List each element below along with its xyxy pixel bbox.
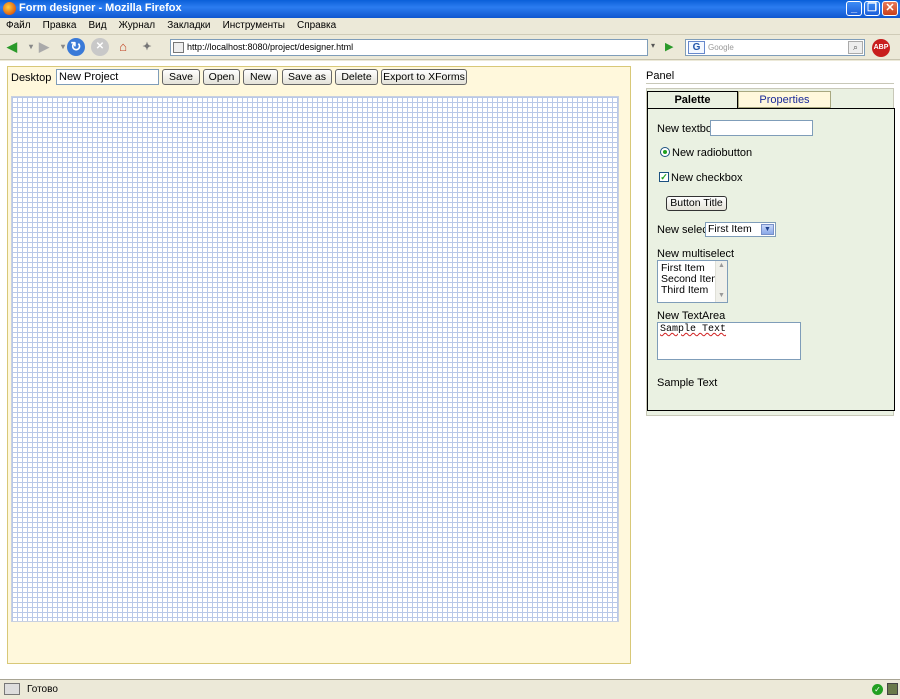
palette-textarea[interactable]: Sample Text (657, 322, 801, 360)
url-bar-controls: ▾ ▶ (651, 39, 679, 56)
status-text: Готово (27, 684, 58, 695)
page-content: Desktop Save Open New Save as Delete Exp… (0, 61, 900, 679)
multiselect-option[interactable]: Third Item (661, 285, 708, 296)
search-placeholder: Google (708, 43, 734, 52)
menu-view[interactable]: Вид (89, 18, 107, 34)
tab-properties[interactable]: Properties (738, 91, 831, 108)
menu-bookmarks[interactable]: Закладки (167, 18, 210, 34)
project-name-input[interactable] (56, 69, 159, 85)
status-addon-icon[interactable] (887, 683, 898, 695)
scroll-up-icon[interactable]: ▲ (718, 262, 725, 269)
desktop-panel: Desktop Save Open New Save as Delete Exp… (7, 66, 631, 664)
adblock-icon[interactable]: ABP (872, 39, 890, 57)
multiselect-scrollbar[interactable]: ▲ ▼ (715, 261, 727, 302)
palette-checkbox[interactable]: ✓ (659, 172, 669, 182)
forward-icon[interactable]: ▶ (35, 38, 53, 56)
url-text: http://localhost:8080/project/designer.h… (187, 42, 354, 52)
reload-icon[interactable]: ↻ (67, 38, 85, 56)
save-as-button[interactable]: Save as (282, 69, 332, 85)
page-favicon-icon (173, 42, 184, 53)
palette-textbox[interactable] (710, 120, 813, 136)
desktop-toolbar: Desktop Save Open New Save as Delete Exp… (8, 67, 630, 89)
menu-history[interactable]: Журнал (119, 18, 156, 34)
status-ok-icon[interactable]: ✓ (872, 684, 883, 695)
search-engine-icon[interactable]: G (688, 41, 705, 54)
navigation-toolbar: ◀ ▾ ▶ ▾ ↻ ✕ ⌂ ✦ http://localhost:8080/pr… (0, 35, 900, 60)
status-bar: Готово ✓ (0, 679, 900, 699)
search-bar[interactable]: G Google ⌕ (685, 39, 865, 56)
desktop-label: Desktop (11, 72, 52, 84)
new-button[interactable]: New (243, 69, 278, 85)
maximize-button[interactable]: ❐ (864, 1, 880, 16)
delete-button[interactable]: Delete (335, 69, 378, 85)
addon-icon[interactable]: ✦ (138, 38, 156, 56)
home-icon[interactable]: ⌂ (114, 38, 132, 56)
scroll-down-icon[interactable]: ▼ (718, 292, 725, 299)
url-bar[interactable]: http://localhost:8080/project/designer.h… (170, 39, 648, 56)
menu-bar: Файл Правка Вид Журнал Закладки Инструме… (0, 18, 900, 35)
menu-tools[interactable]: Инструменты (223, 18, 285, 34)
panel-title: Panel (646, 70, 675, 82)
status-page-icon (4, 683, 20, 695)
minimize-button[interactable]: _ (846, 1, 862, 16)
search-icon[interactable]: ⌕ (848, 41, 863, 54)
window-title: Form designer - Mozilla Firefox (19, 2, 182, 14)
export-xforms-button[interactable]: Export to XForms (381, 69, 467, 85)
menu-edit[interactable]: Правка (43, 18, 77, 34)
back-icon[interactable]: ◀ (3, 38, 21, 56)
palette-select-label: New select (657, 224, 711, 236)
title-bar: Form designer - Mozilla Firefox _ ❐ ✕ (0, 0, 900, 18)
palette-button[interactable]: Button Title (666, 196, 727, 211)
chevron-down-icon[interactable]: ▼ (761, 224, 774, 235)
panel-divider (646, 83, 894, 84)
url-history-dropdown-icon[interactable]: ▾ (651, 41, 655, 50)
menu-file[interactable]: Файл (6, 18, 31, 34)
palette-radiobutton-label: New radiobutton (672, 147, 753, 159)
palette-checkbox-label: New checkbox (671, 172, 743, 184)
palette-static-text: Sample Text (657, 377, 718, 389)
firefox-icon (3, 2, 16, 15)
go-icon[interactable]: ▶ (665, 40, 673, 53)
palette-textarea-value: Sample Text (660, 324, 727, 335)
close-button[interactable]: ✕ (882, 1, 898, 16)
palette-radiobutton[interactable] (660, 147, 670, 157)
design-grid-canvas[interactable] (11, 96, 619, 622)
palette-panel: Palette Properties New textbox New radio… (646, 88, 895, 416)
palette-select-value: First Item (708, 223, 752, 235)
save-button[interactable]: Save (162, 69, 200, 85)
palette-multiselect-label: New multiselect (657, 248, 735, 260)
palette-textbox-label: New textbox (657, 123, 718, 135)
stop-icon[interactable]: ✕ (91, 38, 109, 56)
palette-select[interactable]: First Item ▼ (705, 222, 776, 237)
palette-tab-body: New textbox New radiobutton ✓ New checkb… (647, 108, 895, 411)
tab-palette[interactable]: Palette (647, 91, 738, 108)
palette-textarea-label: New TextArea (657, 310, 726, 322)
open-button[interactable]: Open (203, 69, 240, 85)
palette-multiselect[interactable]: First Item Second Item Third Item ▲ ▼ (657, 260, 728, 303)
menu-help[interactable]: Справка (297, 18, 336, 34)
